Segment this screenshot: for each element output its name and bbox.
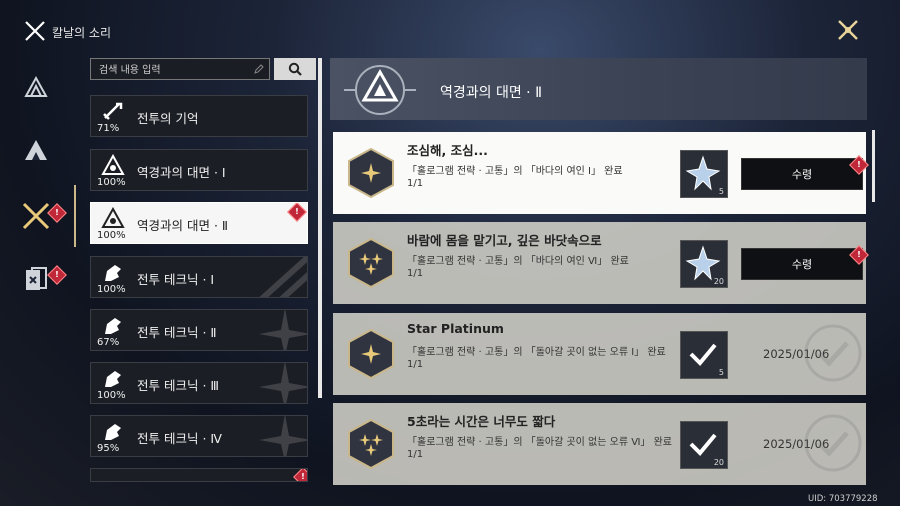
reward-qty: 20 (713, 277, 724, 286)
edit-icon (254, 64, 264, 74)
star-badge-icon (348, 328, 394, 380)
close-button[interactable] (836, 18, 860, 42)
mission-title: Star Platinum (407, 321, 504, 336)
reward-item[interactable]: 20 (680, 421, 728, 469)
completed-check-icon (804, 414, 862, 472)
category-label: 역경과의 대면 · Ⅱ (137, 218, 229, 233)
trophy-emblem-icon (24, 75, 48, 97)
claim-button[interactable]: 수령 (741, 158, 863, 190)
rail-tab-3-selected[interactable] (18, 198, 54, 234)
category-percent: 100% (97, 390, 126, 401)
reward-item[interactable]: 5 (680, 331, 728, 379)
uid-label: UID: 703779228 (808, 494, 878, 504)
mission-desc: 「홀로그램 전략 · 고통」의 「돌아갈 곳이 없는 오류 Ⅵ」 완료 (407, 437, 673, 448)
mission-card: 조심해, 조심... 「홀로그램 전략 · 고통」의 「바다의 여인 Ⅰ」 완료… (333, 132, 869, 214)
category-item[interactable]: 95% 전투 테크닉 · Ⅳ (90, 415, 308, 457)
completed-check-icon (804, 324, 862, 382)
category-percent: 100% (97, 177, 126, 188)
compass-star-icon (259, 416, 307, 456)
crossed-swords-icon (25, 21, 45, 41)
category-percent: 100% (97, 284, 126, 295)
fist-icon (105, 371, 121, 387)
triple-star-badge-icon (348, 418, 394, 470)
reward-qty: 5 (718, 187, 724, 196)
reward-qty: 5 (718, 368, 724, 377)
rail-tab-2[interactable] (18, 132, 54, 168)
triangle-emblem-icon (344, 65, 416, 115)
category-label: 전투 테크닉 · Ⅳ (137, 431, 222, 446)
rail-selection-indicator (74, 185, 76, 247)
search-input[interactable] (97, 62, 251, 78)
mission-title: 조심해, 조심... (407, 143, 488, 158)
mountain-emblem-icon (25, 140, 47, 160)
category-label: 전투 테크닉 · Ⅱ (137, 325, 217, 340)
list-scrollbar[interactable] (318, 58, 322, 398)
triangle-emblem-icon (101, 207, 125, 228)
mission-title: 5초라는 시간은 너무도 짧다 (407, 414, 556, 429)
reward-qty: 20 (713, 458, 724, 467)
app-title: 칼날의 소리 (52, 26, 112, 40)
category-percent: 95% (97, 443, 120, 454)
section-title: 역경과의 대면 · Ⅱ (440, 85, 542, 101)
triple-star-badge-icon (348, 237, 394, 289)
category-percent: 71% (97, 123, 120, 134)
triangle-emblem-icon (101, 154, 125, 175)
sword-icon (103, 102, 123, 120)
search-box (90, 58, 270, 80)
mission-card: 바람에 몸을 맡기고, 깊은 바닷속으로 「홀로그램 전략 · 고통」의 「바다… (333, 222, 869, 304)
category-percent: 100% (97, 230, 126, 241)
category-item[interactable]: 100% 전투 테크닉 · Ⅰ (90, 256, 308, 298)
compass-star-icon (259, 363, 307, 403)
category-item[interactable]: 100% 역경과의 대면 · Ⅰ (90, 149, 308, 191)
category-item[interactable]: 71% 전투의 기억 (90, 95, 308, 137)
mission-progress: 1/1 (407, 359, 424, 370)
fist-icon (105, 318, 121, 334)
claim-button[interactable]: 수령 (741, 248, 863, 280)
mission-progress: 1/1 (407, 178, 424, 189)
fist-icon (105, 424, 121, 440)
category-percent: 67% (97, 337, 120, 348)
mission-title: 바람에 몸을 맡기고, 깊은 바닷속으로 (407, 233, 602, 248)
crossed-swords-icon (22, 202, 50, 230)
mission-card: Star Platinum 「홀로그램 전략 · 고통」의 「돌아갈 곳이 없는… (333, 313, 866, 395)
mission-desc: 「홀로그램 전략 · 고통」의 「바다의 여인 Ⅵ」 완료 (407, 256, 629, 267)
category-label: 전투 테크닉 · Ⅲ (137, 378, 220, 393)
fist-icon (105, 265, 121, 281)
category-item-selected[interactable]: 100% 역경과의 대면 · Ⅱ ! (90, 202, 308, 244)
decor-pattern-icon (259, 257, 307, 297)
mission-desc: 「홀로그램 전략 · 고통」의 「바다의 여인 Ⅰ」 완료 (407, 166, 623, 177)
alert-badge: ! (293, 469, 307, 481)
mission-scrollbar[interactable] (872, 130, 875, 202)
mission-desc: 「홀로그램 전략 · 고통」의 「돌아갈 곳이 없는 오류 Ⅰ」 완료 (407, 347, 666, 358)
category-label: 역경과의 대면 · Ⅰ (137, 165, 226, 180)
search-button[interactable] (274, 58, 316, 80)
category-item-partial[interactable]: ! (90, 468, 308, 482)
mission-progress: 1/1 (407, 268, 424, 279)
search-icon (288, 62, 302, 76)
category-label: 전투의 기억 (137, 111, 199, 126)
category-item[interactable]: 100% 전투 테크닉 · Ⅲ (90, 362, 308, 404)
category-label: 전투 테크닉 · Ⅰ (137, 272, 215, 287)
mission-progress: 1/1 (407, 449, 424, 460)
alert-badge: ! (287, 203, 307, 222)
rail-tab-1[interactable] (18, 70, 54, 106)
section-banner: 역경과의 대면 · Ⅱ (330, 58, 867, 120)
top-bar (0, 0, 900, 58)
rail-tab-4[interactable] (18, 262, 54, 298)
card-deck-icon (26, 267, 47, 290)
category-item[interactable]: 67% 전투 테크닉 · Ⅱ (90, 309, 308, 351)
mission-card: 5초라는 시간은 너무도 짧다 「홀로그램 전략 · 고통」의 「돌아갈 곳이 … (333, 403, 866, 485)
compass-star-icon (259, 310, 307, 350)
star-badge-icon (348, 147, 394, 199)
reward-item[interactable]: 20 (680, 240, 728, 288)
reward-item[interactable]: 5 (680, 150, 728, 198)
